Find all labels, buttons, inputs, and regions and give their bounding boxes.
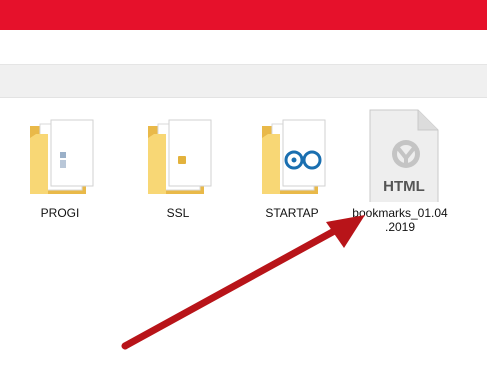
html-badge: HTML xyxy=(383,178,425,195)
file-item-bookmarks[interactable]: HTML bookmarks_01.04 .2019 xyxy=(350,102,450,242)
folder-item-ssl[interactable]: SSL xyxy=(128,102,228,242)
file-name-label: PROGI xyxy=(40,206,80,220)
file-name-label: SSL xyxy=(166,206,190,220)
folder-icon xyxy=(148,119,212,194)
folder-item-startap[interactable]: STARTAP xyxy=(242,102,342,242)
toolbar xyxy=(0,65,487,98)
file-list: PROGI SSL STARTAP HTML bookmarks_01.04 .… xyxy=(0,98,487,365)
folder-icon xyxy=(262,119,326,194)
title-bar xyxy=(0,0,487,30)
folder-item-progi[interactable]: PROGI xyxy=(10,102,110,242)
file-name-label: STARTAP xyxy=(265,206,319,220)
html-file-icon: HTML xyxy=(369,109,439,202)
file-name-label: bookmarks_01.04 .2019 xyxy=(352,206,448,234)
address-bar[interactable] xyxy=(0,30,487,65)
yandex-browser-logo xyxy=(392,140,420,168)
folder-icon xyxy=(30,119,94,194)
